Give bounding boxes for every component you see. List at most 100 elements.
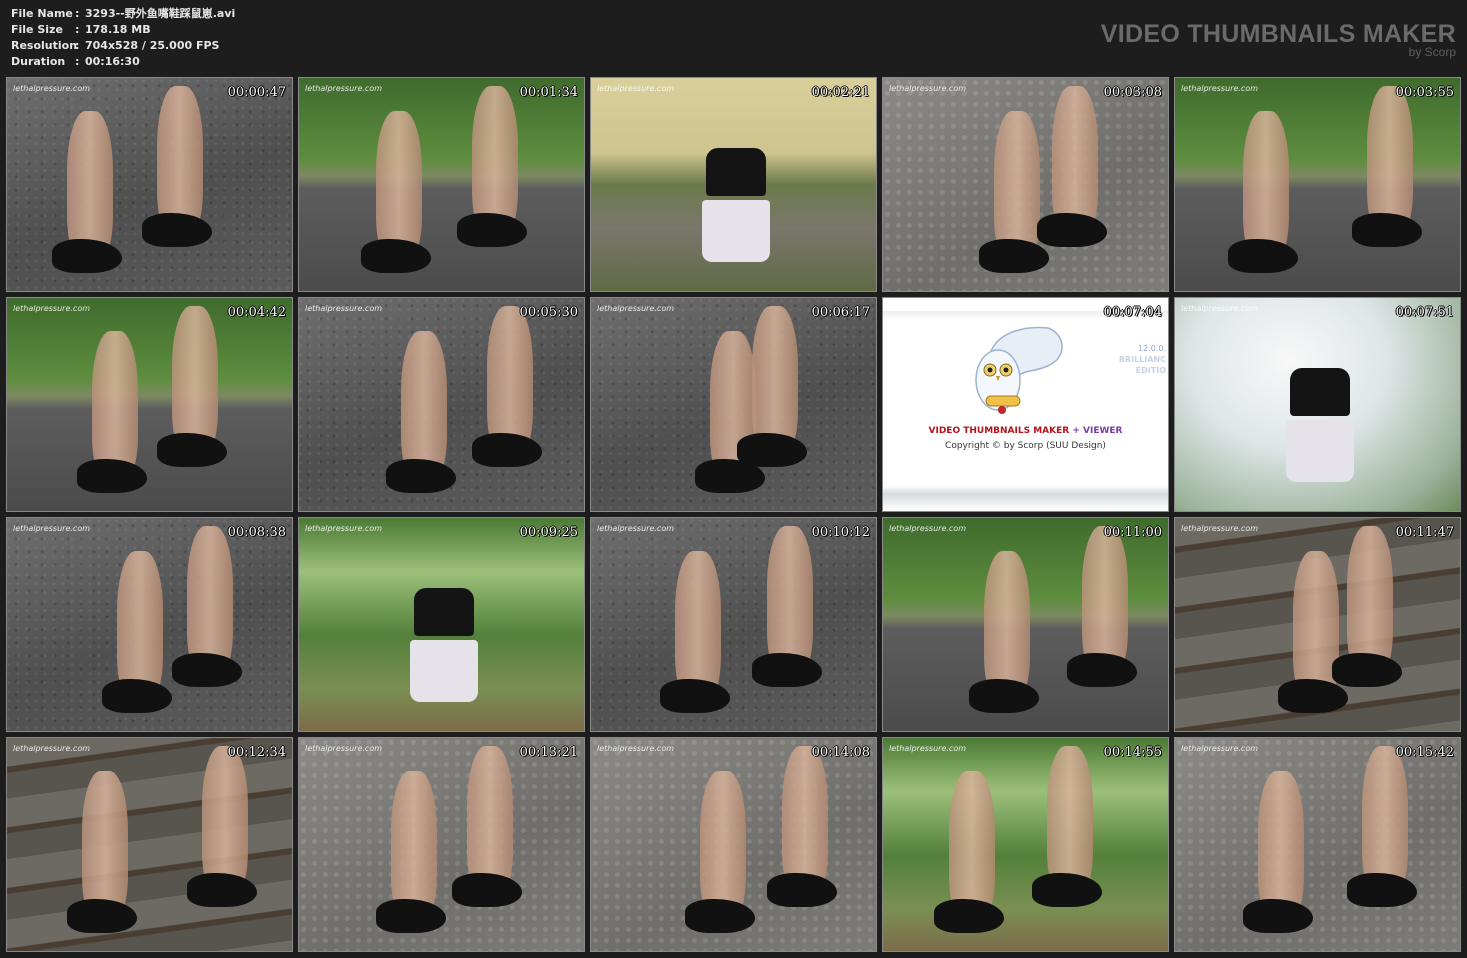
video-thumbnail[interactable]: lethalpressure.com 00:15:42: [1174, 737, 1461, 952]
resolution-row: Resolution : 704x528 / 25.000 FPS: [11, 38, 235, 54]
brand-title: VIDEO THUMBNAILS MAKER: [1100, 20, 1456, 48]
thumbnail-timestamp: 00:03:55: [1395, 85, 1454, 100]
splash-version-number: 12.0.0.: [1138, 344, 1166, 353]
thumbnail-frame-image: VIDEO THUMBNAILS MAKER + VIEWER Copyright…: [883, 298, 1168, 511]
duration-separator: :: [75, 55, 80, 68]
thumbnail-frame-image: [7, 518, 292, 731]
splash-edition-line-2: EDITIO: [1135, 366, 1166, 375]
shoe-shape: [142, 213, 212, 247]
video-thumbnail[interactable]: lethalpressure.com 00:14:55: [882, 737, 1169, 952]
shoe-shape: [1067, 653, 1137, 687]
thumbnail-frame-image: [883, 78, 1168, 291]
video-thumbnail[interactable]: lethalpressure.com 00:14:08: [590, 737, 877, 952]
file-size-value: 178.18 MB: [85, 23, 151, 36]
file-name-label: File Name: [11, 7, 73, 20]
video-thumbnail[interactable]: lethalpressure.com 00:01:34: [298, 77, 585, 292]
thumbnail-timestamp: 00:13:21: [519, 745, 578, 760]
video-thumbnail[interactable]: lethalpressure.com 00:05:30: [298, 297, 585, 512]
shoe-shape: [1347, 873, 1417, 907]
thumbnail-timestamp: 00:09:25: [519, 525, 578, 540]
thumbnail-frame-image: [7, 298, 292, 511]
shoe-shape: [172, 653, 242, 687]
video-thumbnail[interactable]: lethalpressure.com 00:08:38: [6, 517, 293, 732]
splash-version: 12.0.0. BRILLIANC EDITIO: [1119, 343, 1166, 376]
figure-skirt: [410, 640, 478, 702]
site-watermark: lethalpressure.com: [13, 304, 91, 313]
video-thumbnail[interactable]: lethalpressure.com 00:06:17: [590, 297, 877, 512]
video-thumbnail[interactable]: lethalpressure.com 00:09:25: [298, 517, 585, 732]
video-thumbnail[interactable]: lethalpressure.com 00:00:47: [6, 77, 293, 292]
site-watermark: lethalpressure.com: [1181, 84, 1259, 93]
shoe-shape: [1037, 213, 1107, 247]
resolution-value: 704x528 / 25.000 FPS: [85, 39, 220, 52]
thumbnail-frame-image: [7, 78, 292, 291]
shoe-shape: [660, 679, 730, 713]
video-thumbnail[interactable]: lethalpressure.com 00:13:21: [298, 737, 585, 952]
video-thumbnail[interactable]: lethalpressure.com 00:04:42: [6, 297, 293, 512]
splash-title-main: VIDEO THUMBNAILS MAKER: [928, 426, 1070, 436]
figure-top: [1290, 368, 1350, 416]
shoe-shape: [67, 899, 137, 933]
figure-skirt: [1286, 420, 1354, 482]
thumbnail-timestamp: 00:05:30: [519, 305, 578, 320]
site-watermark: lethalpressure.com: [13, 744, 91, 753]
site-watermark: lethalpressure.com: [889, 524, 967, 533]
shoe-shape: [452, 873, 522, 907]
thumbnail-timestamp: 00:02:21: [811, 85, 870, 100]
video-thumbnail[interactable]: VIDEO THUMBNAILS MAKER + VIEWER Copyright…: [882, 297, 1169, 512]
video-thumbnail[interactable]: lethalpressure.com 00:10:12: [590, 517, 877, 732]
thumbnail-timestamp: 00:14:55: [1103, 745, 1162, 760]
thumbnail-timestamp: 00:15:42: [1395, 745, 1454, 760]
thumbnail-timestamp: 00:14:08: [811, 745, 870, 760]
thumbnail-frame-image: [1175, 738, 1460, 951]
thumbnail-frame-image: [591, 78, 876, 291]
owl-logo-icon: [975, 326, 1063, 414]
thumbnail-frame-image: [1175, 518, 1460, 731]
duration-value: 00:16:30: [85, 55, 140, 68]
splash-product-title: VIDEO THUMBNAILS MAKER + VIEWER: [883, 426, 1168, 436]
shoe-shape: [685, 899, 755, 933]
file-name-separator: :: [75, 7, 80, 20]
shoe-shape: [934, 899, 1004, 933]
site-watermark: lethalpressure.com: [13, 524, 91, 533]
site-watermark: lethalpressure.com: [305, 524, 383, 533]
video-thumbnail[interactable]: lethalpressure.com 00:02:21: [590, 77, 877, 292]
site-watermark: lethalpressure.com: [597, 84, 675, 93]
thumbnail-frame-image: [299, 738, 584, 951]
file-name-row: File Name : 3293--野外鱼嘴鞋踩鼠崽.avi: [11, 6, 235, 22]
file-size-label: File Size: [11, 23, 63, 36]
shoe-shape: [1032, 873, 1102, 907]
thumbnail-frame-image: [883, 738, 1168, 951]
thumbnail-timestamp: 00:07:51: [1395, 305, 1454, 320]
thumbnail-timestamp: 00:04:42: [227, 305, 286, 320]
thumbnail-grid: lethalpressure.com 00:00:47 lethalpressure…: [6, 77, 1461, 952]
shoe-shape: [1352, 213, 1422, 247]
video-thumbnail[interactable]: lethalpressure.com 00:03:08: [882, 77, 1169, 292]
video-thumbnail[interactable]: lethalpressure.com 00:07:51: [1174, 297, 1461, 512]
shoe-shape: [1278, 679, 1348, 713]
site-watermark: lethalpressure.com: [305, 744, 383, 753]
thumbnail-frame-image: [591, 518, 876, 731]
thumbnail-timestamp: 00:00:47: [227, 85, 286, 100]
shoe-shape: [187, 873, 257, 907]
thumbnail-frame-image: [883, 518, 1168, 731]
thumbnail-timestamp: 00:01:34: [519, 85, 578, 100]
shoe-shape: [457, 213, 527, 247]
video-thumbnail[interactable]: lethalpressure.com 00:12:34: [6, 737, 293, 952]
video-thumbnail[interactable]: lethalpressure.com 00:11:47: [1174, 517, 1461, 732]
shoe-shape: [157, 433, 227, 467]
site-watermark: lethalpressure.com: [305, 84, 383, 93]
video-thumbnail[interactable]: lethalpressure.com 00:11:00: [882, 517, 1169, 732]
thumbnail-frame-image: [299, 298, 584, 511]
thumbnail-timestamp: 00:11:47: [1395, 525, 1454, 540]
shoe-shape: [52, 239, 122, 273]
file-name-value: 3293--野外鱼嘴鞋踩鼠崽.avi: [85, 7, 236, 20]
thumbnail-timestamp: 00:03:08: [1103, 85, 1162, 100]
thumbnail-timestamp: 00:12:34: [227, 745, 286, 760]
video-thumbnail[interactable]: lethalpressure.com 00:03:55: [1174, 77, 1461, 292]
site-watermark: lethalpressure.com: [597, 524, 675, 533]
thumbnail-frame-image: [7, 738, 292, 951]
thumbnail-timestamp: 00:10:12: [811, 525, 870, 540]
thumbnail-timestamp: 00:07:04: [1103, 305, 1162, 320]
figure-top: [706, 148, 766, 196]
